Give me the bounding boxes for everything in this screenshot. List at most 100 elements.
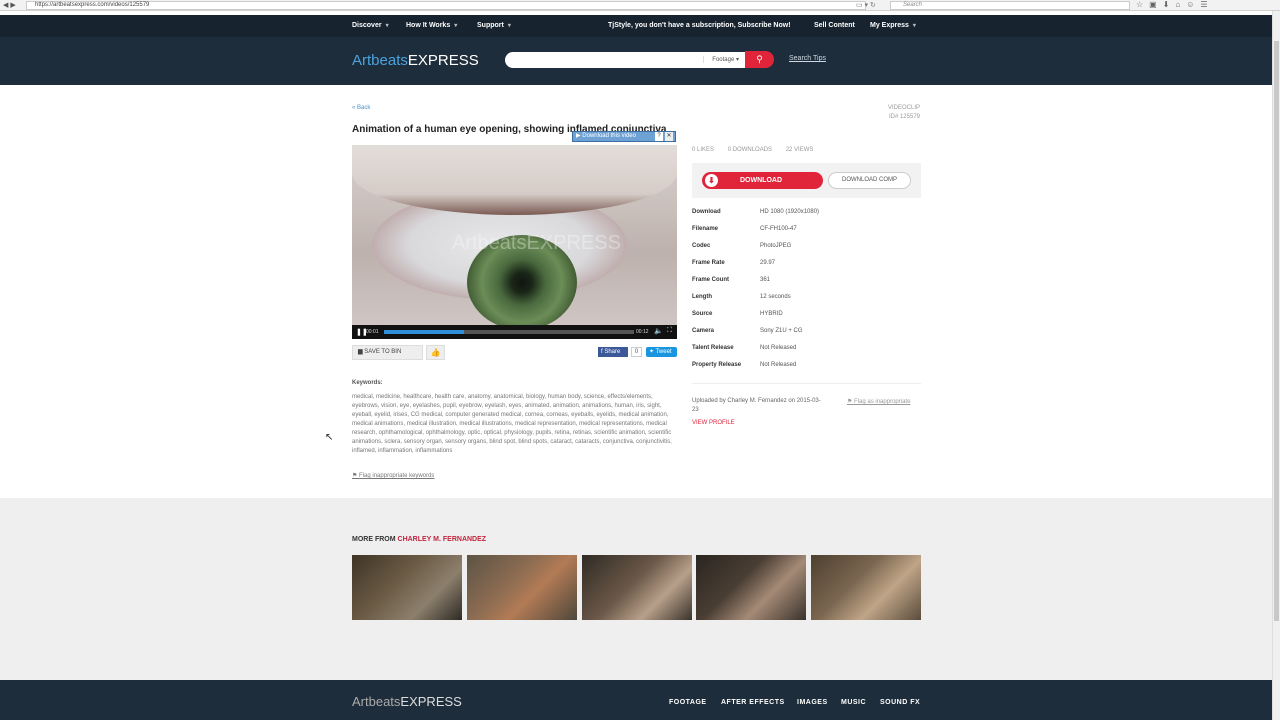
spec-value: PhotoJPEG bbox=[760, 243, 792, 249]
save-to-bin-label: SAVE TO BIN bbox=[364, 349, 402, 355]
download-comp-button[interactable]: DOWNLOAD COMP bbox=[828, 172, 911, 189]
help-icon[interactable]: ? bbox=[655, 132, 663, 141]
download-icon: ⬇ bbox=[705, 174, 718, 187]
page-scrollbar[interactable] bbox=[1272, 11, 1280, 720]
spec-value: CF-FH100-47 bbox=[760, 226, 797, 232]
more-from-author-link[interactable]: CHARLEY M. FERNANDEZ bbox=[398, 536, 487, 543]
spec-value: 12 seconds bbox=[760, 294, 791, 300]
download-video-badge[interactable]: ▶ Download this video ? ✕ bbox=[572, 131, 676, 142]
current-time: 00:01 bbox=[366, 329, 379, 335]
progress-bar[interactable] bbox=[384, 330, 634, 334]
back-link[interactable]: « Back bbox=[352, 105, 370, 111]
browser-tools-icons[interactable]: ☆▣⬇⌂☺☰ bbox=[1136, 0, 1214, 9]
nav-how-it-works[interactable]: How It Works ▾ bbox=[406, 22, 457, 29]
keywords-heading: Keywords: bbox=[352, 380, 383, 386]
spec-row: Property Release Not Released bbox=[692, 362, 922, 379]
spec-row: Length 12 seconds bbox=[692, 294, 922, 311]
download-badge-label: Download this video bbox=[582, 133, 636, 139]
view-profile-link[interactable]: VIEW PROFILE bbox=[692, 420, 735, 426]
flag-icon: ⚑ bbox=[847, 399, 855, 405]
scrollbar-thumb[interactable] bbox=[1274, 41, 1279, 621]
footer-logo[interactable]: ArtbeatsEXPRESS bbox=[352, 694, 462, 709]
close-icon[interactable]: ✕ bbox=[665, 132, 673, 141]
volume-icon[interactable]: 🔈 bbox=[654, 327, 663, 335]
fullscreen-icon[interactable]: ⛶ bbox=[667, 327, 672, 335]
address-bar[interactable]: https://artbeatsexpress.com/videos/12557… bbox=[26, 1, 866, 10]
spec-value: 29.97 bbox=[760, 260, 776, 266]
search-input[interactable]: Footage ▾ bbox=[505, 52, 747, 68]
footer-nav-sound-fx[interactable]: SOUND FX bbox=[880, 699, 920, 706]
flag-keywords-label: Flag inappropriate keywords bbox=[359, 473, 435, 479]
footer-nav-footage[interactable]: FOOTAGE bbox=[669, 699, 707, 706]
nav-support[interactable]: Support ▾ bbox=[477, 22, 511, 29]
related-thumbnail[interactable] bbox=[811, 555, 921, 620]
save-to-bin-button[interactable]: ▆ SAVE TO BIN bbox=[352, 345, 423, 360]
search-button[interactable]: ⚲ bbox=[745, 51, 774, 68]
download-panel: ⬇ DOWNLOAD DOWNLOAD COMP bbox=[692, 163, 921, 198]
sell-content-link[interactable]: Sell Content bbox=[814, 22, 855, 29]
related-thumbnail[interactable] bbox=[582, 555, 692, 620]
clip-type-label: VIDEOCLIP bbox=[887, 105, 920, 111]
flag-keywords-link[interactable]: ⚑ Flag inappropriate keywords bbox=[352, 472, 434, 479]
related-thumbnail[interactable] bbox=[352, 555, 462, 620]
spec-key: Codec bbox=[692, 243, 711, 249]
spec-value: Not Released bbox=[760, 345, 797, 351]
top-nav: Discover ▾ How It Works ▾ Support ▾ TjStyle… bbox=[0, 15, 1272, 37]
spec-key: Source bbox=[692, 311, 713, 317]
spec-key: Filename bbox=[692, 226, 719, 232]
spec-row: Codec PhotoJPEG bbox=[692, 243, 922, 260]
more-from-prefix: MORE FROM bbox=[352, 536, 396, 543]
flag-icon: ⚑ bbox=[352, 473, 360, 479]
spec-key: Length bbox=[692, 294, 712, 300]
footer-nav-after-effects[interactable]: AFTER EFFECTS bbox=[721, 699, 785, 706]
spec-row: Source HYBRID bbox=[692, 311, 922, 328]
related-thumbnail[interactable] bbox=[696, 555, 806, 620]
nav-discover[interactable]: Discover ▾ bbox=[352, 22, 389, 29]
views-count: 22 VIEWS bbox=[785, 147, 814, 153]
footer-nav-images[interactable]: IMAGES bbox=[797, 699, 828, 706]
more-from-heading: MORE FROM CHARLEY M. FERNANDEZ bbox=[352, 536, 486, 543]
facebook-share-count: 0 bbox=[631, 347, 642, 357]
related-thumbnail[interactable] bbox=[467, 555, 577, 620]
nav-my-express[interactable]: My Express ▾ bbox=[870, 22, 916, 29]
tweet-button[interactable]: ✦ Tweet bbox=[646, 347, 677, 357]
keywords-list: medical, medicine, healthcare, health ca… bbox=[352, 394, 672, 454]
spec-value: HD 1080 (1920x1080) bbox=[760, 209, 820, 215]
likes-count: 0 LIKES bbox=[692, 147, 715, 153]
thumbs-up-icon: 👍 bbox=[430, 348, 441, 357]
site-footer: ArtbeatsEXPRESS FOOTAGE AFTER EFFECTS IM… bbox=[0, 680, 1272, 720]
flag-inappropriate-link[interactable]: ⚑ Flag as inappropriate bbox=[847, 398, 910, 405]
search-icon: ⚲ bbox=[756, 54, 763, 64]
subscribe-link[interactable]: TjStyle, you don't have a subscription, … bbox=[608, 22, 791, 29]
spec-key: Talent Release bbox=[692, 345, 734, 351]
spec-row: Talent Release Not Released bbox=[692, 345, 922, 362]
player-controls: ❚❚ 00:01 00:12 🔈 ⛶ bbox=[352, 325, 677, 339]
download-button[interactable]: ⬇ DOWNLOAD bbox=[702, 172, 823, 189]
reload-icon[interactable]: ▭ ▾ ↻ bbox=[856, 1, 876, 9]
site-logo[interactable]: ArtbeatsEXPRESS bbox=[352, 52, 479, 69]
clip-stats: 0 LIKES 0 DOWNLOADS 22 VIEWS bbox=[692, 147, 825, 153]
video-player[interactable]: ArtbeatsEXPRESS ❚❚ 00:01 00:12 🔈 ⛶ bbox=[352, 145, 677, 339]
search-tips-link[interactable]: Search Tips bbox=[789, 55, 826, 62]
back-forward-icon[interactable]: ◀ ▶ bbox=[3, 1, 16, 9]
facebook-share-button[interactable]: f Share bbox=[598, 347, 628, 357]
clip-id: ID# 125579 bbox=[888, 114, 920, 120]
downloads-count: 0 DOWNLOADS bbox=[727, 147, 773, 153]
browser-search-input[interactable]: Search bbox=[890, 1, 1130, 10]
spec-key: Frame Rate bbox=[692, 260, 725, 266]
footer-nav-music[interactable]: MUSIC bbox=[841, 699, 866, 706]
spec-value: Sony Z1U + CG bbox=[760, 328, 803, 334]
site-header: Discover ▾ How It Works ▾ Support ▾ TjStyle… bbox=[0, 15, 1272, 85]
spec-row: Frame Count 361 bbox=[692, 277, 922, 294]
spec-key: Download bbox=[692, 209, 721, 215]
spec-key: Camera bbox=[692, 328, 715, 334]
uploader-info: Uploaded by Charley M. Fernandez on 2015… bbox=[692, 398, 821, 413]
flag-inappropriate-label: Flag as inappropriate bbox=[854, 399, 911, 405]
spec-value: 361 bbox=[760, 277, 771, 283]
search-type-dropdown[interactable]: Footage ▾ bbox=[703, 56, 739, 63]
download-label: DOWNLOAD bbox=[740, 177, 782, 184]
tweet-label: Tweet bbox=[655, 349, 672, 355]
duration: 00:12 bbox=[636, 329, 649, 335]
like-button[interactable]: 👍 bbox=[426, 345, 445, 360]
progress-fill bbox=[384, 330, 464, 334]
